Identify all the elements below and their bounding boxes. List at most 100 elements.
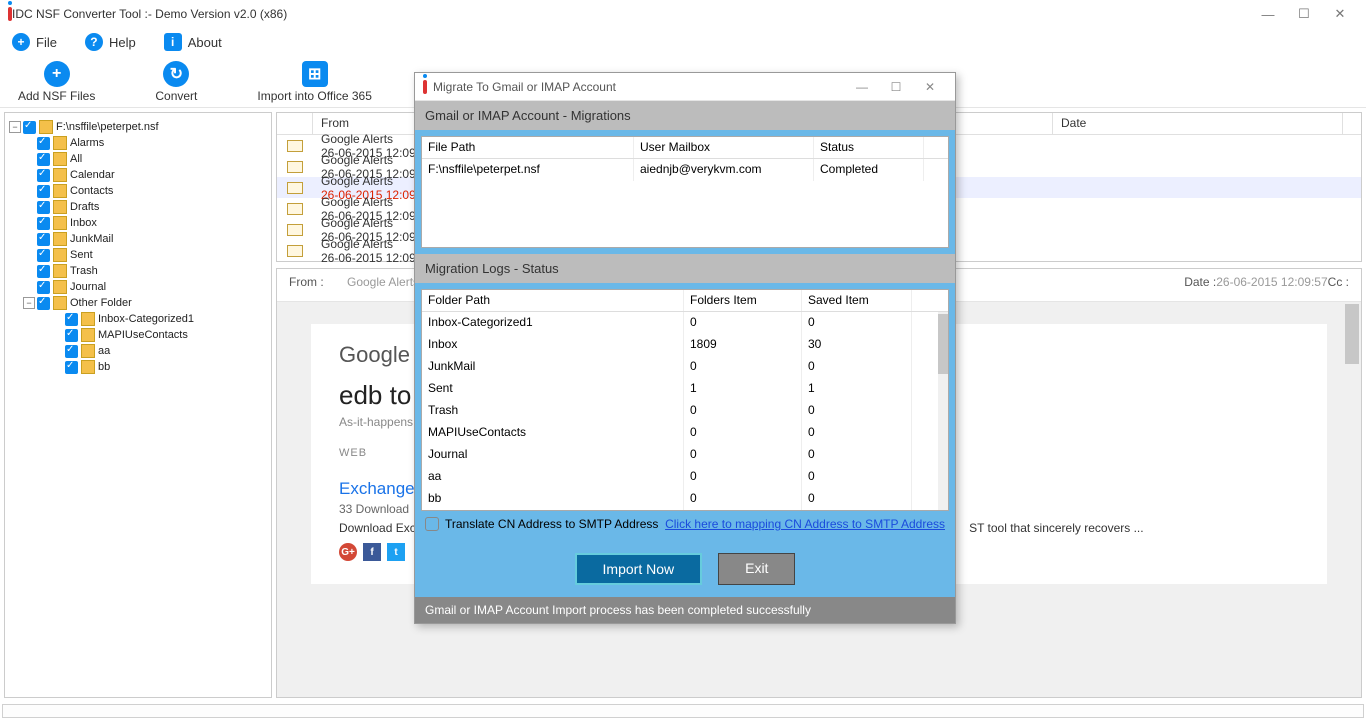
- log-row[interactable]: Inbox180930: [422, 334, 948, 356]
- dialog-minimize[interactable]: —: [845, 80, 879, 94]
- migration-table: File Path User Mailbox Status F:\nsffile…: [421, 136, 949, 248]
- minimize-button[interactable]: —: [1250, 0, 1286, 28]
- tree-item[interactable]: Calendar: [9, 167, 267, 183]
- scrollbar[interactable]: [1345, 304, 1359, 695]
- exit-button[interactable]: Exit: [718, 553, 795, 585]
- tree-item[interactable]: Alarms: [9, 135, 267, 151]
- tree-item[interactable]: −Other Folder: [9, 295, 267, 311]
- tree-root[interactable]: F:\nsffile\peterpet.nsf: [56, 121, 159, 133]
- facebook-icon[interactable]: f: [363, 543, 381, 561]
- log-row[interactable]: MAPIUseContacts00: [422, 422, 948, 444]
- gplus-icon[interactable]: G+: [339, 543, 357, 561]
- tree-item[interactable]: Contacts: [9, 183, 267, 199]
- log-row[interactable]: Sent11: [422, 378, 948, 400]
- section-logs: Migration Logs - Status: [415, 254, 955, 283]
- logs-table: Folder Path Folders Item Saved Item Inbo…: [421, 289, 949, 511]
- folder-icon: [53, 296, 67, 310]
- menubar: +File ?Help iAbout: [0, 28, 1366, 56]
- log-row[interactable]: aa00: [422, 466, 948, 488]
- checkbox[interactable]: [37, 137, 50, 150]
- folder-tree[interactable]: − F:\nsffile\peterpet.nsf AlarmsAllCalend…: [4, 112, 272, 698]
- app-icon: [423, 80, 427, 94]
- checkbox[interactable]: [37, 265, 50, 278]
- mapping-link[interactable]: Click here to mapping CN Address to SMTP…: [665, 517, 945, 531]
- folder-icon: [53, 136, 67, 150]
- log-row[interactable]: JunkMail00: [422, 356, 948, 378]
- folder-icon: [53, 152, 67, 166]
- log-row[interactable]: Inbox-Categorized100: [422, 312, 948, 334]
- date-label: Date :: [1184, 275, 1216, 289]
- folder-icon: [81, 328, 95, 342]
- cc-label: Cc :: [1328, 275, 1349, 289]
- table-row[interactable]: F:\nsffile\peterpet.nsf aiednjb@verykvm.…: [422, 159, 948, 181]
- collapse-icon[interactable]: −: [23, 297, 35, 309]
- tree-item[interactable]: aa: [9, 343, 267, 359]
- tree-item[interactable]: MAPIUseContacts: [9, 327, 267, 343]
- twitter-icon[interactable]: t: [387, 543, 405, 561]
- convert-button[interactable]: ↻Convert: [155, 61, 197, 103]
- folder-icon: [81, 312, 95, 326]
- folder-icon: [53, 232, 67, 246]
- tree-item[interactable]: Journal: [9, 279, 267, 295]
- checkbox[interactable]: [65, 345, 78, 358]
- question-icon: ?: [85, 33, 103, 51]
- folder-icon: [53, 216, 67, 230]
- scrollbar[interactable]: [938, 312, 948, 510]
- import-365-button[interactable]: ⊞Import into Office 365: [257, 61, 372, 103]
- folder-icon: [81, 344, 95, 358]
- folder-icon: [39, 120, 53, 134]
- collapse-icon[interactable]: −: [9, 121, 21, 133]
- menu-about[interactable]: iAbout: [164, 33, 222, 51]
- checkbox[interactable]: [37, 297, 50, 310]
- dialog-close[interactable]: ✕: [913, 80, 947, 94]
- checkbox[interactable]: [65, 361, 78, 374]
- translate-label: Translate CN Address to SMTP Address: [445, 517, 659, 531]
- translate-checkbox[interactable]: [425, 517, 439, 531]
- log-row[interactable]: Journal00: [422, 444, 948, 466]
- log-row[interactable]: bb00: [422, 488, 948, 510]
- tree-item[interactable]: Inbox-Categorized1: [9, 311, 267, 327]
- envelope-icon: [287, 182, 303, 194]
- tree-item[interactable]: Drafts: [9, 199, 267, 215]
- tree-item[interactable]: bb: [9, 359, 267, 375]
- envelope-icon: [287, 140, 303, 152]
- tree-item[interactable]: Inbox: [9, 215, 267, 231]
- menu-file[interactable]: +File: [12, 33, 57, 51]
- close-button[interactable]: ✕: [1322, 0, 1358, 28]
- checkbox[interactable]: [37, 153, 50, 166]
- checkbox[interactable]: [37, 201, 50, 214]
- from-label: From :: [289, 275, 347, 289]
- checkbox[interactable]: [37, 249, 50, 262]
- folder-icon: [53, 168, 67, 182]
- checkbox[interactable]: [65, 329, 78, 342]
- checkbox[interactable]: [37, 169, 50, 182]
- col-date[interactable]: Date: [1053, 113, 1343, 134]
- dialog-title: Migrate To Gmail or IMAP Account: [433, 80, 616, 94]
- tree-item[interactable]: Trash: [9, 263, 267, 279]
- col-status: Status: [814, 137, 924, 158]
- col-folder: Folder Path: [422, 290, 684, 311]
- checkbox[interactable]: [37, 233, 50, 246]
- envelope-icon: [287, 161, 303, 173]
- maximize-button[interactable]: ☐: [1286, 0, 1322, 28]
- checkbox[interactable]: [23, 121, 36, 134]
- tree-item[interactable]: All: [9, 151, 267, 167]
- import-now-button[interactable]: Import Now: [575, 553, 703, 585]
- tree-item[interactable]: Sent: [9, 247, 267, 263]
- checkbox[interactable]: [37, 217, 50, 230]
- col-items: Folders Item: [684, 290, 802, 311]
- date-value: 26-06-2015 12:09:57: [1216, 275, 1327, 289]
- tree-item[interactable]: JunkMail: [9, 231, 267, 247]
- dialog-maximize[interactable]: ☐: [879, 80, 913, 94]
- checkbox[interactable]: [37, 281, 50, 294]
- col-filepath: File Path: [422, 137, 634, 158]
- menu-help[interactable]: ?Help: [85, 33, 136, 51]
- status-bar: [2, 704, 1364, 718]
- add-nsf-button[interactable]: +Add NSF Files: [18, 61, 95, 103]
- app-icon: [8, 7, 12, 21]
- folder-icon: [53, 184, 67, 198]
- log-row[interactable]: Trash00: [422, 400, 948, 422]
- section-migrations: Gmail or IMAP Account - Migrations: [415, 101, 955, 130]
- checkbox[interactable]: [37, 185, 50, 198]
- checkbox[interactable]: [65, 313, 78, 326]
